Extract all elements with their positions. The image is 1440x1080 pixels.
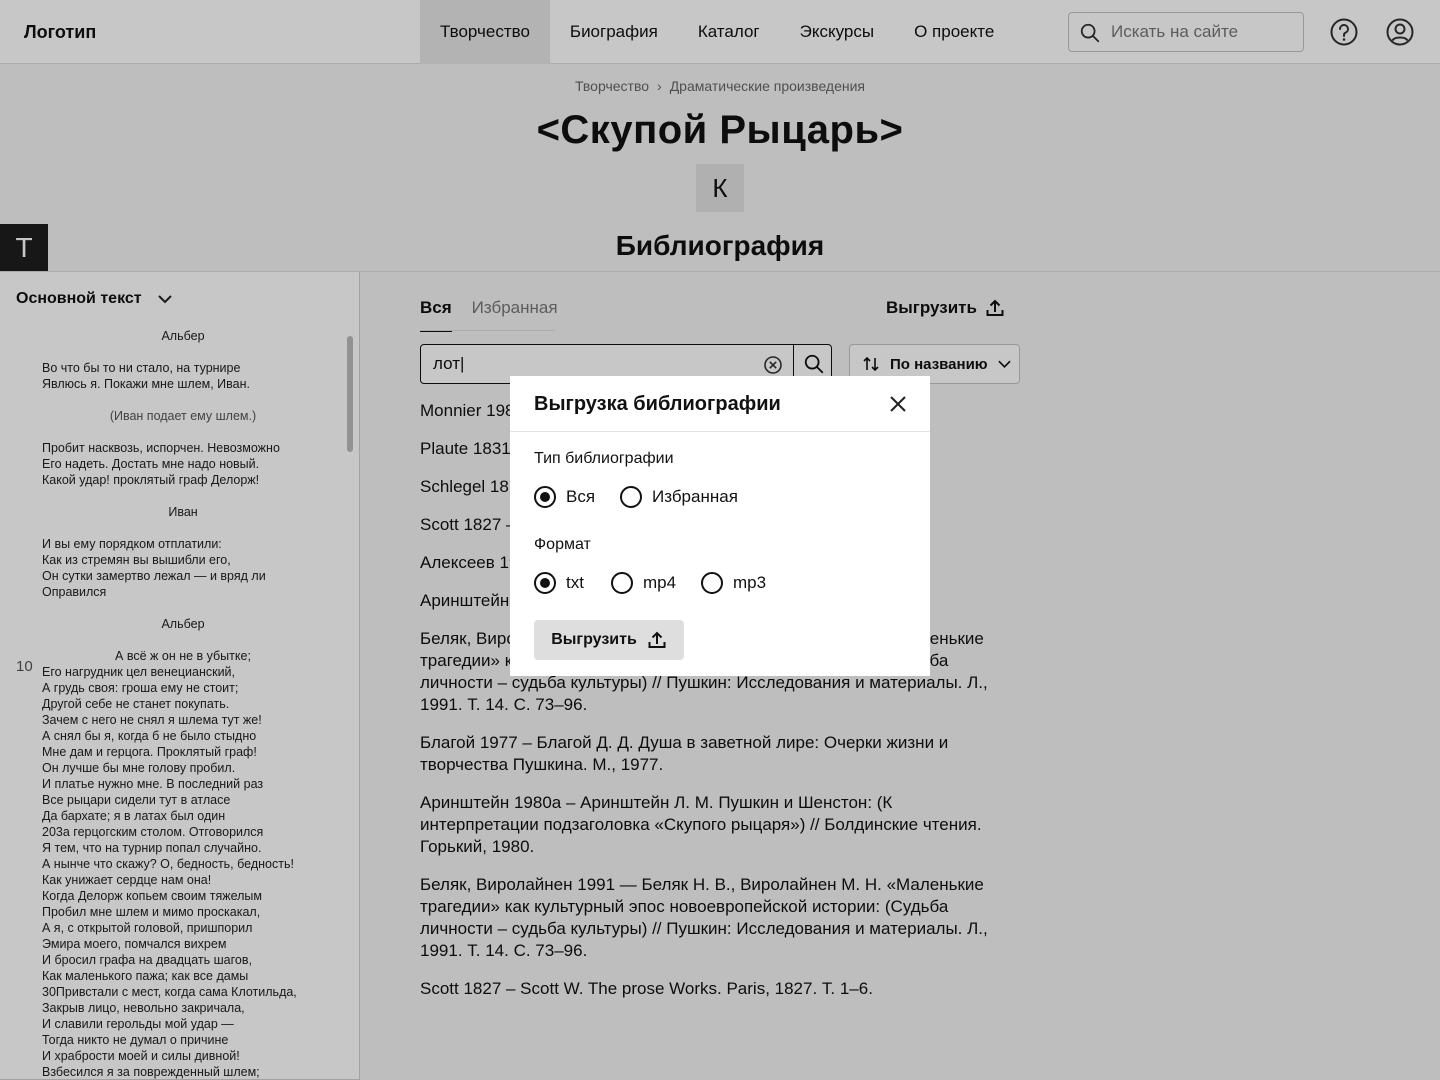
upload-icon [648, 631, 666, 648]
radio-button-checked[interactable] [534, 486, 556, 508]
modal-title: Выгрузка библиографии [534, 393, 781, 415]
radio-button[interactable] [620, 486, 642, 508]
radio-format-mp4[interactable]: mp4 [611, 572, 676, 594]
radio-type-favorites-label: Избранная [652, 487, 738, 506]
radio-type-all[interactable]: Вся [534, 486, 595, 508]
modal-divider [510, 431, 930, 432]
radio-button[interactable] [611, 572, 633, 594]
close-icon[interactable] [886, 392, 910, 416]
bibliography-type-label: Тип библиографии [534, 450, 674, 467]
radio-format-mp4-label: mp4 [643, 573, 677, 592]
export-button-label: Выгрузить [551, 631, 637, 648]
radio-type-all-label: Вся [566, 487, 596, 506]
radio-format-mp3-label: mp3 [733, 573, 767, 592]
radio-button-checked[interactable] [534, 572, 556, 594]
radio-format-mp3[interactable]: mp3 [701, 572, 766, 594]
format-label: Формат [534, 536, 591, 553]
export-bibliography-modal: Выгрузка библиографии Тип библиографии В… [510, 376, 930, 676]
radio-type-favorites[interactable]: Избранная [620, 486, 738, 508]
radio-button[interactable] [701, 572, 723, 594]
radio-format-txt-label: txt [566, 573, 584, 592]
export-button[interactable]: Выгрузить [534, 620, 684, 660]
radio-format-txt[interactable]: txt [534, 572, 584, 594]
